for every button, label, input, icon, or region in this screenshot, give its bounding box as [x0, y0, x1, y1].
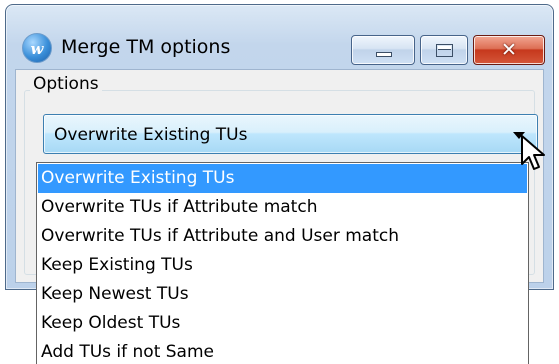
- screen: w Merge TM options ✕ Options Overwrite E…: [0, 0, 559, 364]
- close-button[interactable]: ✕: [473, 35, 545, 65]
- merge-mode-combobox[interactable]: Overwrite Existing TUs: [43, 114, 538, 154]
- window-title: Merge TM options: [61, 36, 231, 58]
- maximize-button[interactable]: [420, 35, 468, 65]
- dropdown-item-overwrite-if-attribute-and-user-match[interactable]: Overwrite TUs if Attribute and User matc…: [38, 222, 527, 251]
- dropdown-item-keep-oldest[interactable]: Keep Oldest TUs: [38, 309, 527, 338]
- title-bar[interactable]: w Merge TM options ✕: [6, 5, 553, 65]
- dropdown-item-keep-existing[interactable]: Keep Existing TUs: [38, 251, 527, 280]
- minimize-button[interactable]: [351, 35, 415, 65]
- combobox-selected-value: Overwrite Existing TUs: [54, 125, 248, 145]
- close-icon: ✕: [501, 39, 517, 61]
- dropdown-item-keep-newest[interactable]: Keep Newest TUs: [38, 280, 527, 309]
- mouse-pointer-icon: [521, 135, 545, 170]
- maximize-icon: [436, 44, 453, 57]
- minimize-icon: [376, 52, 392, 57]
- app-logo-icon: w: [22, 33, 52, 63]
- merge-mode-dropdown-list: Overwrite Existing TUs Overwrite TUs if …: [36, 162, 529, 364]
- options-group-label: Options: [30, 74, 102, 94]
- dropdown-item-add-if-not-same[interactable]: Add TUs if not Same: [38, 338, 527, 364]
- dropdown-item-overwrite-existing[interactable]: Overwrite Existing TUs: [38, 164, 527, 193]
- dropdown-item-overwrite-if-attribute-match[interactable]: Overwrite TUs if Attribute match: [38, 193, 527, 222]
